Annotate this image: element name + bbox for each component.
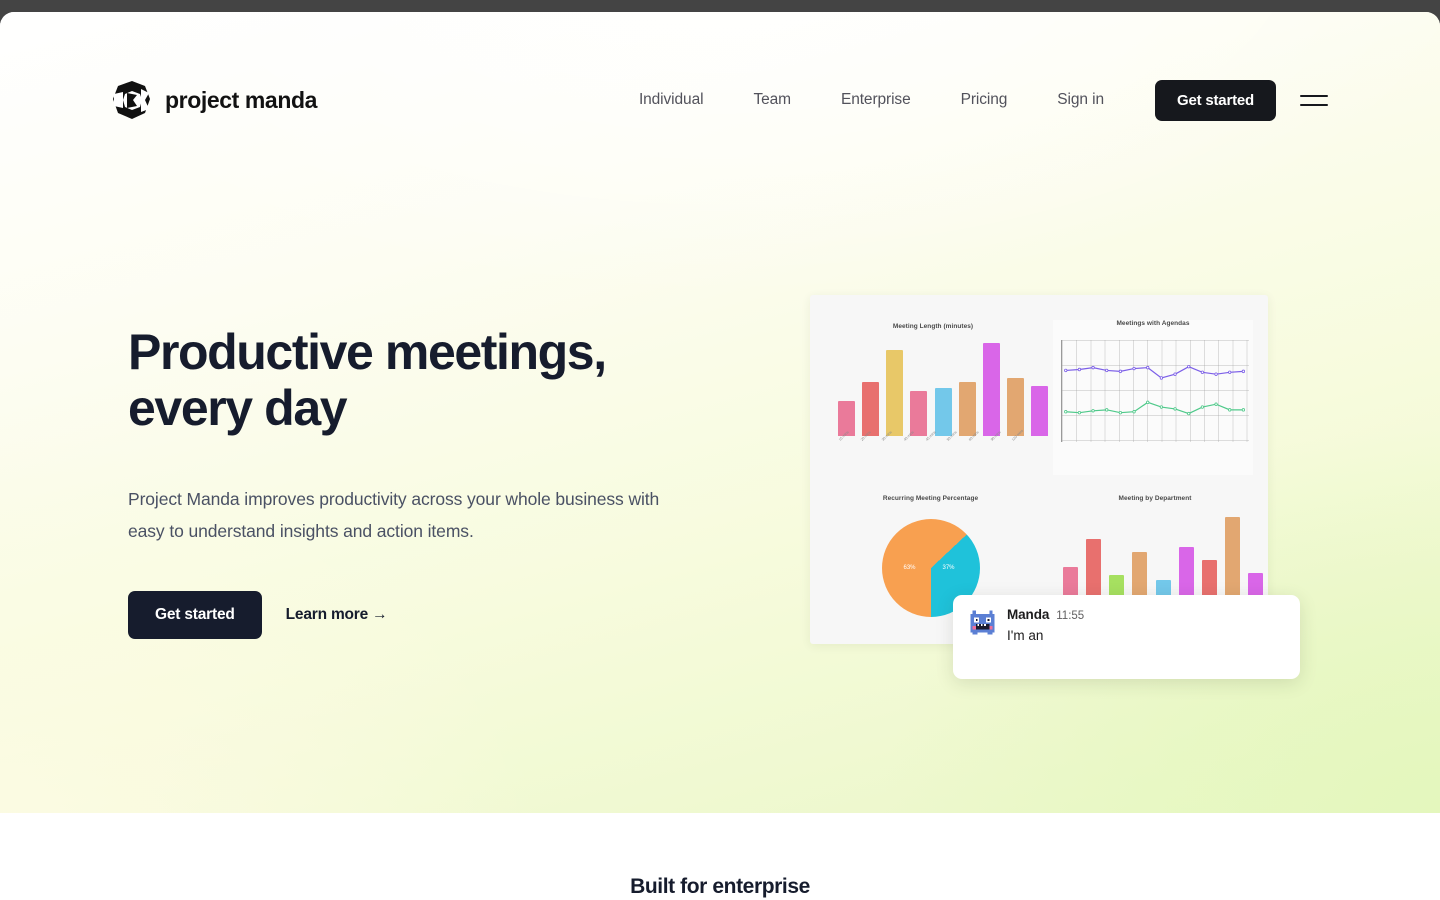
line-marker-1-9 <box>1188 412 1190 415</box>
chart-meetings-with-agendas-plot <box>1061 340 1249 442</box>
line-marker-0-9 <box>1188 365 1190 368</box>
dashboard-preview-card: Meeting Length (minutes) 15 mins 20 mins 3… <box>810 295 1268 644</box>
line-marker-0-13 <box>1242 370 1244 373</box>
line-marker-1-8 <box>1174 408 1176 411</box>
bar-1 <box>862 382 880 436</box>
line-marker-0-6 <box>1147 366 1149 369</box>
chart-meeting-by-department-title: Meeting by Department <box>1118 495 1192 502</box>
nav-link-sign-in[interactable]: Sign in <box>1032 91 1129 109</box>
line-marker-0-2 <box>1092 366 1094 369</box>
chart-meeting-length-bars <box>838 343 1048 436</box>
pie-slice-label-1: 63% <box>903 565 916 571</box>
hamburger-bar-top <box>1300 94 1328 97</box>
hexagon-mark-icon <box>113 81 150 119</box>
hamburger-menu-icon[interactable] <box>1300 94 1328 106</box>
chat-message-body: Manda 11:55 I'm an <box>1007 607 1284 643</box>
page-root: project manda Individual Team Enterprise… <box>0 12 1440 900</box>
brand-name: project manda <box>165 86 318 113</box>
chart-meetings-with-agendas-title: Meetings with Agendas <box>1116 320 1190 327</box>
chat-message-header: Manda 11:55 <box>1007 607 1284 622</box>
bar-5 <box>958 382 976 436</box>
line-marker-1-1 <box>1078 411 1080 414</box>
hero-actions: Get started Learn more → <box>128 591 728 639</box>
bar-6 <box>982 343 1000 436</box>
line-marker-1-10 <box>1201 406 1203 409</box>
line-marker-1-2 <box>1092 409 1094 412</box>
hero-title: Productive meetings, every day <box>128 324 728 436</box>
hero-title-line-1: Productive meetings, <box>128 324 607 380</box>
chat-notification-card[interactable]: Manda 11:55 I'm an <box>953 595 1300 679</box>
line-marker-1-11 <box>1215 403 1217 406</box>
line-marker-1-13 <box>1242 409 1244 412</box>
hero-get-started-button[interactable]: Get started <box>128 591 262 639</box>
enterprise-section-title: Built for enterprise <box>630 875 810 898</box>
main-navigation: project manda Individual Team Enterprise… <box>0 64 1440 136</box>
chat-message-text: I'm an <box>1007 628 1044 643</box>
hamburger-bar-bottom <box>1300 103 1328 106</box>
dashboard-chart-grid: Meeting Length (minutes) 15 mins 20 mins 3… <box>810 295 1268 644</box>
chart-recurring-title: Recurring Meeting Percentage <box>882 495 979 502</box>
hero-content: Productive meetings, every day Project M… <box>128 324 728 639</box>
nav-link-individual[interactable]: Individual <box>614 91 729 109</box>
bar-2 <box>886 350 904 436</box>
line-marker-1-7 <box>1160 406 1162 409</box>
line-marker-0-0 <box>1065 369 1067 372</box>
line-marker-0-4 <box>1119 370 1121 373</box>
browser-chrome-bar <box>0 0 1440 12</box>
line-marker-1-6 <box>1147 401 1149 404</box>
hero-subtitle: Project Manda improves productivity acro… <box>128 489 660 541</box>
chat-timestamp: 11:55 <box>1056 610 1085 622</box>
line-marker-1-3 <box>1106 409 1108 412</box>
chat-sender-name: Manda <box>1007 607 1050 622</box>
hero-title-line-2: every day <box>128 380 348 436</box>
chart-meeting-length: Meeting Length (minutes) 15 mins 20 mins 3… <box>828 323 1048 473</box>
nav-link-pricing[interactable]: Pricing <box>936 91 1033 109</box>
line-marker-0-5 <box>1133 367 1135 370</box>
manda-monster-avatar-icon <box>970 610 995 635</box>
nav-links: Individual Team Enterprise Pricing Sign … <box>614 79 1328 121</box>
line-marker-0-1 <box>1078 368 1080 371</box>
enterprise-section: Built for enterprise <box>0 813 1440 900</box>
nav-link-team[interactable]: Team <box>728 91 816 109</box>
brand-logo[interactable]: project manda <box>112 80 317 120</box>
line-marker-0-8 <box>1174 373 1176 376</box>
line-marker-1-4 <box>1119 411 1121 414</box>
chart-meeting-length-xticks: 15 mins 20 mins 30 mins 40 mins 45 mins 50 mi… <box>838 429 1026 465</box>
chart-meetings-with-agendas: Meetings with Agendas <box>1053 320 1253 475</box>
pie-slice-label-2: 37% <box>942 565 955 571</box>
chart-meeting-length-title: Meeting Length (minutes) <box>892 323 974 330</box>
bar-4 <box>934 387 952 436</box>
line-marker-1-0 <box>1065 410 1067 413</box>
hero-section: project manda Individual Team Enterprise… <box>0 12 1440 813</box>
line-marker-0-11 <box>1215 373 1217 376</box>
line-marker-1-12 <box>1229 409 1231 412</box>
line-marker-0-10 <box>1201 371 1203 374</box>
nav-get-started-button[interactable]: Get started <box>1155 79 1276 121</box>
hero-learn-more-link[interactable]: Learn more → <box>286 606 388 624</box>
line-marker-0-3 <box>1106 369 1108 372</box>
line-chart-svg <box>1062 340 1249 442</box>
bar-8 <box>1031 385 1048 436</box>
nav-link-enterprise[interactable]: Enterprise <box>816 91 936 109</box>
line-marker-0-12 <box>1229 371 1231 374</box>
line-marker-1-5 <box>1133 410 1135 413</box>
bar-3 <box>910 391 928 436</box>
line-marker-0-7 <box>1160 377 1162 380</box>
chat-message-row: Manda 11:55 I'm an <box>969 607 1284 643</box>
